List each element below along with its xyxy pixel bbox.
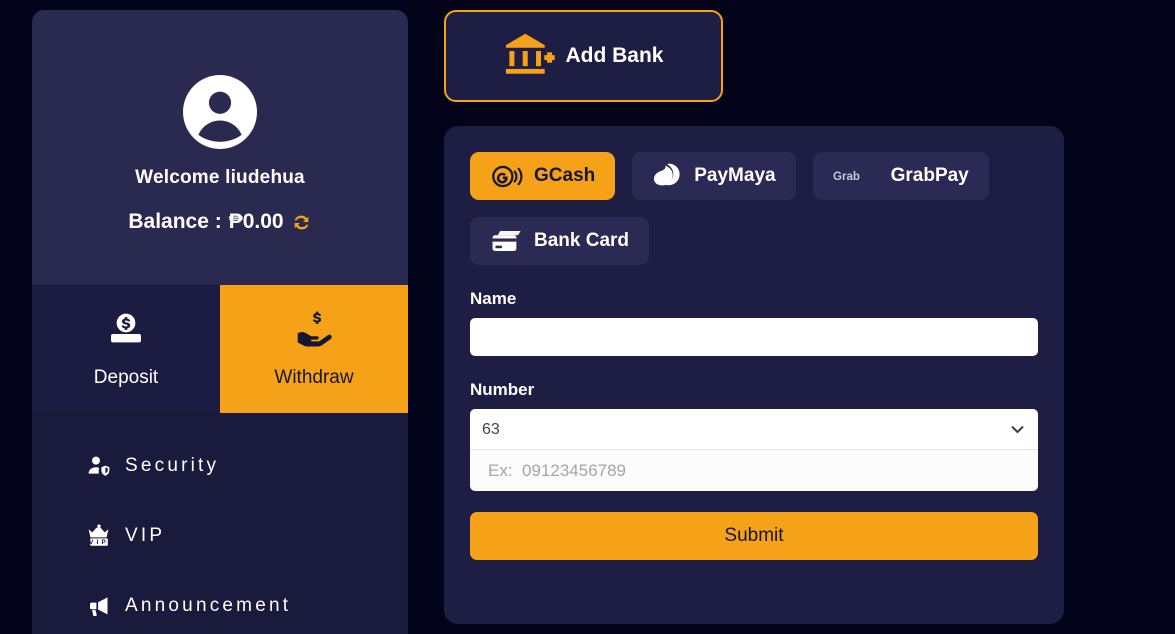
user-shield-icon (86, 454, 112, 478)
payment-method-bank-card[interactable]: Bank Card (470, 217, 650, 265)
account-tabs: Deposit Withdraw (32, 285, 408, 413)
tab-deposit[interactable]: Deposit (32, 285, 220, 413)
submit-button[interactable]: Submit (470, 512, 1038, 560)
refresh-icon[interactable] (291, 212, 312, 233)
add-bank-button[interactable]: Add Bank (444, 10, 723, 102)
main-content: Add Bank GCash PayMaya Grab GrabPay Bank… (444, 10, 1064, 624)
bank-card-icon (490, 228, 524, 254)
withdraw-panel: GCash PayMaya Grab GrabPay Bank Card Nam… (444, 126, 1064, 624)
sidebar: Welcome liudehua Balance : ₱0.00 Deposit… (32, 10, 408, 634)
sidebar-item-vip[interactable]: VIP VIP (32, 501, 408, 571)
payment-method-grabpay[interactable]: Grab GrabPay (812, 152, 989, 200)
vip-crown-icon: VIP (86, 523, 112, 549)
add-bank-label: Add Bank (565, 44, 664, 67)
megaphone-icon (86, 594, 112, 618)
number-label: Number (470, 380, 535, 399)
payment-method-paymaya[interactable]: PayMaya (632, 152, 796, 200)
sidebar-item-security-label: Security (125, 455, 220, 476)
payment-method-list: GCash PayMaya Grab GrabPay Bank Card (470, 152, 1038, 265)
name-label: Name (470, 289, 517, 308)
payment-method-bank-card-label: Bank Card (534, 230, 630, 251)
gcash-icon (490, 163, 524, 190)
tab-deposit-label: Deposit (93, 367, 159, 388)
payment-method-gcash[interactable]: GCash (470, 152, 616, 200)
withdraw-page: Welcome liudehua Balance : ₱0.00 Deposit… (0, 0, 1175, 634)
country-code-select[interactable]: 63 (470, 409, 1038, 449)
paymaya-icon (652, 162, 684, 191)
sidebar-item-vip-label: VIP (125, 525, 166, 546)
sidebar-item-announcement[interactable]: Announcement (32, 571, 408, 634)
payment-method-grabpay-label: GrabPay (890, 165, 969, 186)
balance-row: Balance : ₱0.00 (128, 210, 311, 234)
tab-withdraw-label: Withdraw (274, 367, 354, 388)
balance-amount: ₱0.00 (228, 210, 284, 233)
grab-icon: Grab (833, 168, 881, 184)
svg-text:VIP: VIP (89, 539, 109, 546)
svg-text:Grab: Grab (833, 171, 860, 183)
sidebar-item-announcement-label: Announcement (125, 595, 292, 616)
payment-method-paymaya-label: PayMaya (694, 165, 776, 186)
country-code-wrap: 63 (470, 409, 1038, 449)
user-avatar-icon (183, 75, 257, 149)
sidebar-menu: Security VIP VIP Announcement (32, 413, 408, 634)
phone-number-input[interactable] (470, 449, 1038, 491)
tab-withdraw[interactable]: Withdraw (220, 285, 408, 413)
welcome-text: Welcome liudehua (135, 167, 305, 188)
withdraw-hand-icon (294, 309, 334, 354)
bank-plus-icon (503, 30, 556, 83)
sidebar-item-security[interactable]: Security (32, 431, 408, 501)
payment-method-gcash-label: GCash (534, 165, 596, 186)
deposit-coin-icon (106, 309, 146, 354)
balance-label: Balance : (128, 210, 222, 233)
profile-card: Welcome liudehua Balance : ₱0.00 (32, 10, 408, 285)
name-input[interactable] (470, 318, 1038, 356)
